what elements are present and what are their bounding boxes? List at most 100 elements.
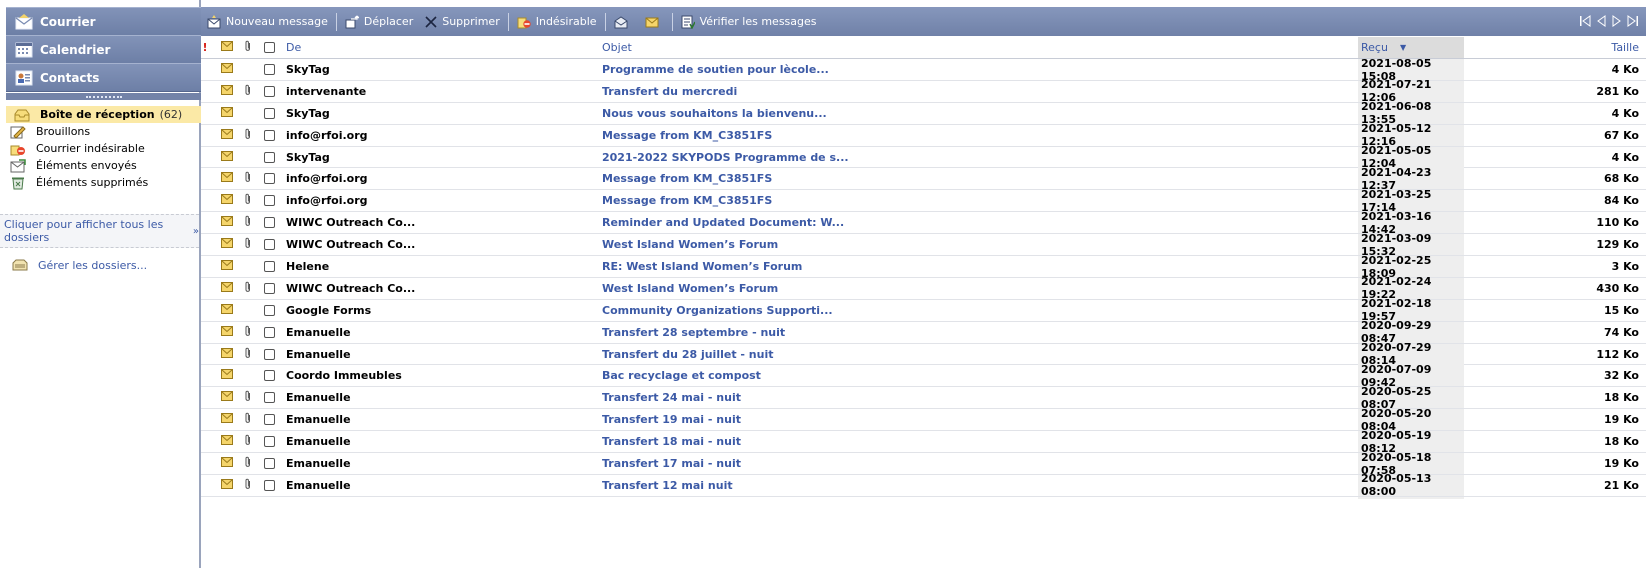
mark-read-button[interactable] [608,11,639,33]
message-checkbox[interactable] [261,147,277,168]
message-subject-link[interactable]: Bac recyclage et compost [602,365,1342,386]
message-subject-link[interactable]: Transfert du mercredi [602,81,1342,102]
message-subject-link[interactable]: Transfert 19 mai - nuit [602,409,1342,430]
show-all-folders-link[interactable]: Cliquer pour afficher tous les dossiers … [0,214,199,248]
read-status-cell [219,256,235,277]
junk-button[interactable]: Indésirable [511,11,603,33]
message-received-date: 2021-07-21 12:06 [1358,78,1464,104]
attachment-cell [241,344,255,365]
envelope-icon [221,84,233,98]
paperclip-icon [244,478,252,493]
message-size: 3 Ko [1611,260,1639,274]
attachment-cell [241,365,255,386]
new-message-button[interactable]: Nouveau message [201,11,334,33]
message-size: 15 Ko [1603,303,1639,317]
delete-button[interactable]: Supprimer [419,11,506,33]
folder-drafts[interactable]: Brouillons [10,123,197,140]
message-checkbox[interactable] [261,190,277,211]
envelope-icon [221,391,233,404]
folder-deleted[interactable]: Éléments supprimés [10,174,197,191]
message-size: 74 Ko [1603,325,1639,339]
mark-unread-button[interactable] [639,11,670,33]
read-status-cell [219,81,235,102]
folder-sent[interactable]: Éléments envoyés [10,157,197,174]
read-status-column-header[interactable] [219,37,235,58]
message-row[interactable]: Emanuelle Transfert 12 mai nuit 2020-05-13… [201,472,1646,498]
message-checkbox[interactable] [261,168,277,189]
select-all-checkbox[interactable] [261,37,277,58]
nav-contacts-button[interactable]: Contacts [6,63,201,92]
attachment-cell [241,475,255,496]
message-checkbox[interactable] [261,322,277,343]
message-subject-link[interactable]: 2021-2022 SKYPODS Programme de s... [602,147,1342,168]
message-checkbox[interactable] [261,234,277,255]
message-checkbox[interactable] [261,409,277,430]
subject-column-header[interactable]: Objet [602,37,632,58]
message-subject-link[interactable]: Community Organizations Supporti... [602,300,1342,321]
message-subject-link[interactable]: Transfert 12 mai nuit [602,475,1342,496]
check-messages-label: Vérifier les messages [699,15,817,28]
checkbox-box [263,42,275,53]
manage-folders-icon [12,258,28,272]
read-status-cell [219,431,235,452]
checkbox-box [263,326,275,338]
message-subject-link[interactable]: Programme de soutien pour lècole... [602,59,1342,80]
message-checkbox[interactable] [261,387,277,408]
attachment-cell [241,431,255,452]
message-checkbox[interactable] [261,300,277,321]
message-subject-link[interactable]: Message from KM_C3851FS [602,190,1342,211]
message-subject-link[interactable]: Reminder and Updated Document: W... [602,212,1342,233]
message-subject-link[interactable]: Message from KM_C3851FS [602,125,1342,146]
message-checkbox[interactable] [261,212,277,233]
first-page-icon[interactable] [1578,13,1592,29]
check-messages-button[interactable]: Vérifier les messages [675,11,823,33]
message-checkbox[interactable] [261,59,277,80]
message-subject-link[interactable]: West Island Women’s Forum [602,234,1342,255]
message-subject-link[interactable]: Nous vous souhaitons la bienvenu... [602,103,1342,124]
move-button[interactable]: Déplacer [339,11,419,33]
message-checkbox[interactable] [261,103,277,124]
message-subject-link[interactable]: Transfert 18 mai - nuit [602,431,1342,452]
manage-folders-label: Gérer les dossiers... [38,258,148,272]
message-size: 18 Ko [1603,435,1639,449]
message-checkbox[interactable] [261,81,277,102]
size-column-header[interactable]: Taille [1464,37,1639,58]
attachment-cell [241,81,255,102]
nav-mail-button[interactable]: Courrier [6,7,201,36]
received-column-header[interactable]: Reçu ▼ [1358,37,1464,58]
message-checkbox[interactable] [261,475,277,496]
message-sender: Emanuelle [286,347,351,361]
read-status-cell [219,168,235,189]
message-checkbox[interactable] [261,431,277,452]
importance-column-header[interactable]: ! [201,37,209,58]
message-checkbox[interactable] [261,278,277,299]
attachment-column-header[interactable] [241,37,255,58]
checkbox-box [263,261,275,273]
nav-calendar-button[interactable]: Calendrier [6,35,201,64]
message-checkbox[interactable] [261,344,277,365]
nav-resize-grip[interactable] [6,93,201,100]
read-status-cell [219,344,235,365]
message-subject-link[interactable]: RE: West Island Women’s Forum [602,256,1342,277]
last-page-icon[interactable] [1626,13,1640,29]
message-subject-link[interactable]: Transfert du 28 juillet - nuit [602,344,1342,365]
message-subject-link[interactable]: Message from KM_C3851FS [602,168,1342,189]
folder-inbox[interactable]: Boîte de réception (62) [6,106,201,123]
from-column-header[interactable]: De [286,37,301,58]
message-subject-link[interactable]: Transfert 17 mai - nuit [602,453,1342,474]
message-subject-link[interactable]: Transfert 28 septembre - nuit [602,322,1342,343]
previous-page-icon[interactable] [1594,13,1608,29]
message-checkbox[interactable] [261,256,277,277]
junk-label: Indésirable [535,15,597,28]
manage-folders-link[interactable]: Gérer les dossiers... [12,258,147,272]
message-checkbox[interactable] [261,125,277,146]
message-subject-link[interactable]: Transfert 24 mai - nuit [602,387,1342,408]
message-size: 68 Ko [1603,172,1639,186]
message-subject-link[interactable]: West Island Women’s Forum [602,278,1342,299]
message-received-date: 2020-09-29 08:47 [1358,319,1464,345]
message-checkbox[interactable] [261,365,277,386]
next-page-icon[interactable] [1610,13,1624,29]
message-checkbox[interactable] [261,453,277,474]
folder-junk[interactable]: Courrier indésirable [10,140,197,157]
message-received-date: 2021-03-16 14:42 [1358,210,1464,236]
